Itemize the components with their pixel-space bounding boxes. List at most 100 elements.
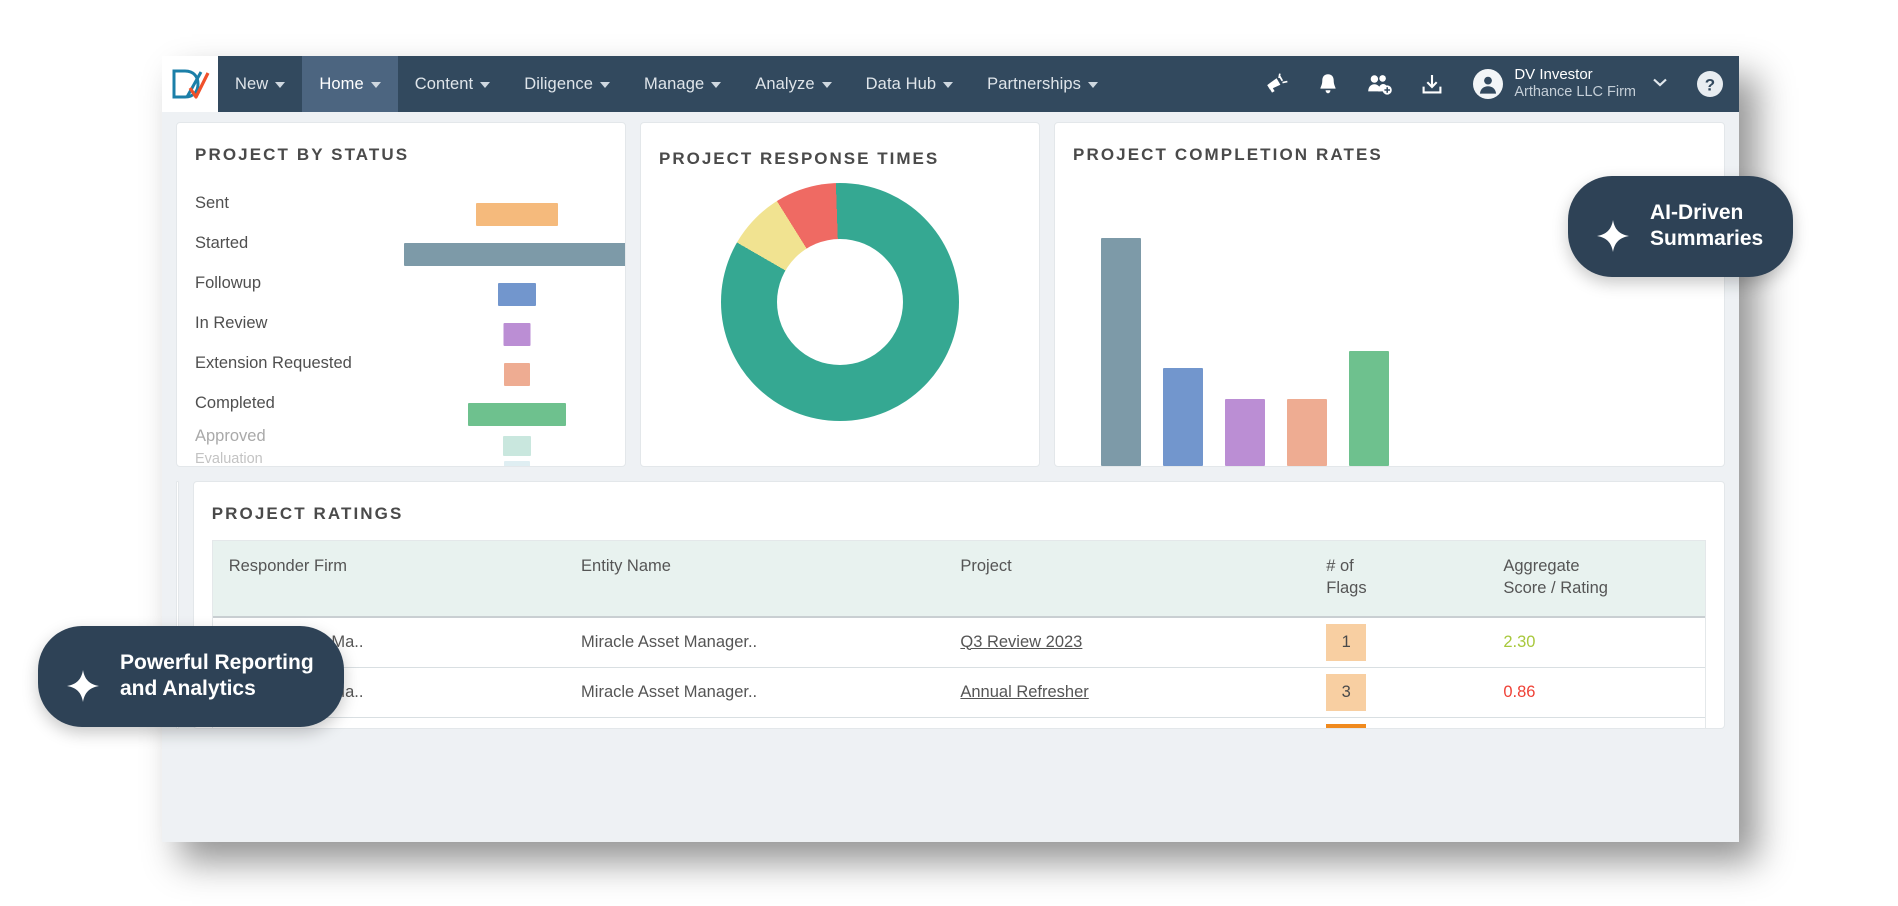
nav-item-label: Home <box>319 75 363 94</box>
cell-num-flags: 6 <box>1310 717 1487 729</box>
card-title: PROJECT COMPLETION RATES <box>1055 123 1724 165</box>
chevron-down-icon <box>480 82 490 88</box>
column-header-aggregate-score[interactable]: Aggregate Score / Rating <box>1487 541 1705 617</box>
card-project-response-times: PROJECT RESPONSE TIMES <box>640 122 1040 467</box>
svg-text:?: ? <box>1705 76 1715 95</box>
card-title: # OF FLAGS BY TEMPLATE <box>177 482 179 604</box>
completion-bar-4 <box>1287 399 1327 466</box>
table-header-row: Responder Firm Entity Name Project # of … <box>213 541 1705 617</box>
funnel-row-extension-requested: Extension Requested <box>195 343 615 383</box>
nav-menu: New Home Content Diligence Manage Analyz… <box>218 56 1115 112</box>
dashboard-row-1: PROJECT BY STATUS Sent <box>176 122 1725 467</box>
table-row[interactable]: Miracle Asset Ma.. Miracle Asset Manager… <box>213 667 1705 717</box>
dashboard-body: PROJECT BY STATUS Sent <box>162 112 1739 842</box>
sparkle-icon <box>66 642 100 711</box>
funnel-row-in-review: In Review <box>195 303 615 343</box>
cell-aggregate-score: 0.86 <box>1487 667 1705 717</box>
funnel-row-followup: Followup <box>195 263 615 303</box>
nav-item-analyze[interactable]: Analyze <box>738 56 848 112</box>
nav-item-content[interactable]: Content <box>398 56 508 112</box>
pill-powerful-reporting[interactable]: Powerful Reporting and Analytics <box>38 626 344 727</box>
cell-entity-name: Miracle Asset Manager.. <box>565 717 944 729</box>
nav-item-diligence[interactable]: Diligence <box>507 56 627 112</box>
pill-label: AI-Driven Summaries <box>1650 200 1763 254</box>
chevron-down-icon <box>1651 75 1669 93</box>
funnel-label: Followup <box>195 274 261 293</box>
card-title: PROJECT BY STATUS <box>177 123 625 165</box>
cell-project: Annual Refresher <box>944 667 1310 717</box>
sparkle-icon <box>1596 192 1630 261</box>
column-header-entity-name[interactable]: Entity Name <box>565 541 944 617</box>
nav-item-new[interactable]: New <box>218 56 302 112</box>
notification-bell-icon[interactable] <box>1315 71 1341 97</box>
chevron-down-icon <box>1088 82 1098 88</box>
user-account-menu[interactable]: DV Investor Arthance LLC Firm <box>1451 56 1675 112</box>
column-header-num-flags[interactable]: # of Flags <box>1310 541 1487 617</box>
add-user-icon[interactable] <box>1367 71 1393 97</box>
table-row[interactable]: Miracle Asset Ma.. Miracle Asset Manager… <box>213 717 1705 729</box>
nav-item-label: Analyze <box>755 75 814 94</box>
nav-item-home[interactable]: Home <box>302 56 397 112</box>
funnel-row-completed: Completed <box>195 383 615 423</box>
nav-item-label: Partnerships <box>987 75 1081 94</box>
nav-icon-group <box>1263 56 1451 112</box>
user-name: DV Investor <box>1514 66 1636 84</box>
dashboard-row-2: # OF FLAGS BY TEMPLATE Questionnaire <box>176 481 1725 729</box>
project-response-times-chart <box>641 183 1039 421</box>
chevron-down-icon <box>822 82 832 88</box>
chevron-down-icon <box>600 82 610 88</box>
user-identity: DV Investor Arthance LLC Firm <box>1514 66 1636 102</box>
nav-item-partnerships[interactable]: Partnerships <box>970 56 1115 112</box>
table-row[interactable]: Miracle Asset Ma.. Miracle Asset Manager… <box>213 617 1705 668</box>
funnel-label: Extension Requested <box>195 354 352 373</box>
nav-item-data-hub[interactable]: Data Hub <box>849 56 971 112</box>
cell-project: ESG Data Collection <box>944 717 1310 729</box>
funnel-row-evaluation: Evaluation <box>195 449 615 467</box>
project-link[interactable]: Q3 Review 2023 <box>960 633 1082 651</box>
help-question-icon[interactable]: ? <box>1695 56 1725 112</box>
funnel-row-started: Started <box>195 223 615 263</box>
donut-chart <box>721 183 959 421</box>
column-header-project[interactable]: Project <box>944 541 1310 617</box>
card-project-ratings: Project Ratings Responder Firm Entity Na… <box>193 481 1725 729</box>
status-badge: 1 <box>1326 624 1366 661</box>
card-title: PROJECT RESPONSE TIMES <box>641 123 1039 169</box>
cell-entity-name: Miracle Asset Manager.. <box>565 617 944 668</box>
pill-ai-driven-summaries[interactable]: AI-Driven Summaries <box>1568 176 1793 277</box>
status-badge: 3 <box>1326 674 1366 711</box>
chevron-down-icon <box>371 82 381 88</box>
completion-bar-1 <box>1101 238 1141 466</box>
app-window: New Home Content Diligence Manage Analyz… <box>162 56 1739 842</box>
funnel-label: Approved <box>195 427 266 446</box>
download-icon[interactable] <box>1419 71 1445 97</box>
announcement-megaphone-icon[interactable] <box>1263 71 1289 97</box>
cell-num-flags: 1 <box>1310 617 1487 668</box>
completion-bar-3 <box>1225 399 1265 466</box>
nav-item-label: Diligence <box>524 75 593 94</box>
completion-bar-5 <box>1349 351 1389 466</box>
project-ratings-table: Responder Firm Entity Name Project # of … <box>212 540 1706 729</box>
card-project-by-status: PROJECT BY STATUS Sent <box>176 122 626 467</box>
status-badge: 6 <box>1326 724 1366 729</box>
project-link[interactable]: Annual Refresher <box>960 683 1088 701</box>
column-header-responder-firm[interactable]: Responder Firm <box>213 541 565 617</box>
funnel-label: In Review <box>195 314 267 333</box>
cell-entity-name: Miracle Asset Manager.. <box>565 667 944 717</box>
cell-aggregate-score: 0.15 <box>1487 717 1705 729</box>
project-by-status-chart: Sent Started Followup In Review Extensio… <box>177 183 625 467</box>
nav-spacer <box>1115 56 1263 112</box>
top-navigation-bar: New Home Content Diligence Manage Analyz… <box>162 56 1739 112</box>
nav-item-label: Data Hub <box>866 75 937 94</box>
pill-label: Powerful Reporting and Analytics <box>120 650 314 704</box>
funnel-label: Evaluation <box>195 451 263 467</box>
nav-item-label: Manage <box>644 75 704 94</box>
nav-item-manage[interactable]: Manage <box>627 56 738 112</box>
card-title: Project Ratings <box>194 482 1724 524</box>
card-project-completion-rates: PROJECT COMPLETION RATES <box>1054 122 1725 467</box>
app-logo[interactable] <box>162 56 218 112</box>
nav-item-label: New <box>235 75 268 94</box>
user-avatar-icon <box>1473 69 1503 99</box>
donut-center-hole <box>777 239 903 365</box>
chevron-down-icon <box>943 82 953 88</box>
funnel-row-approved: Approved <box>195 423 615 449</box>
